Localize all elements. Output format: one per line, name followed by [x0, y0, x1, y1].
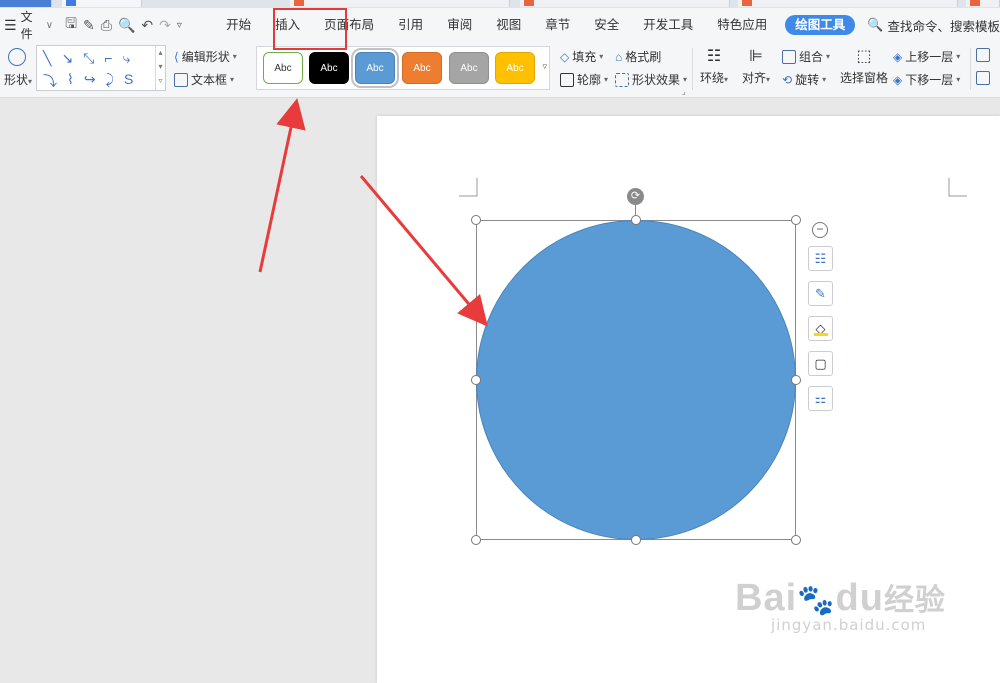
arrow-to-insert-tab — [258, 98, 306, 273]
paw-icon: 🐾 — [797, 584, 836, 617]
arrow-to-circle — [359, 175, 488, 327]
watermark-brand: Bai🐾du经验 — [735, 577, 946, 619]
baidu-watermark: Bai🐾du经验 jingyan.baidu.com — [735, 575, 995, 665]
watermark-url: jingyan.baidu.com — [771, 616, 927, 634]
